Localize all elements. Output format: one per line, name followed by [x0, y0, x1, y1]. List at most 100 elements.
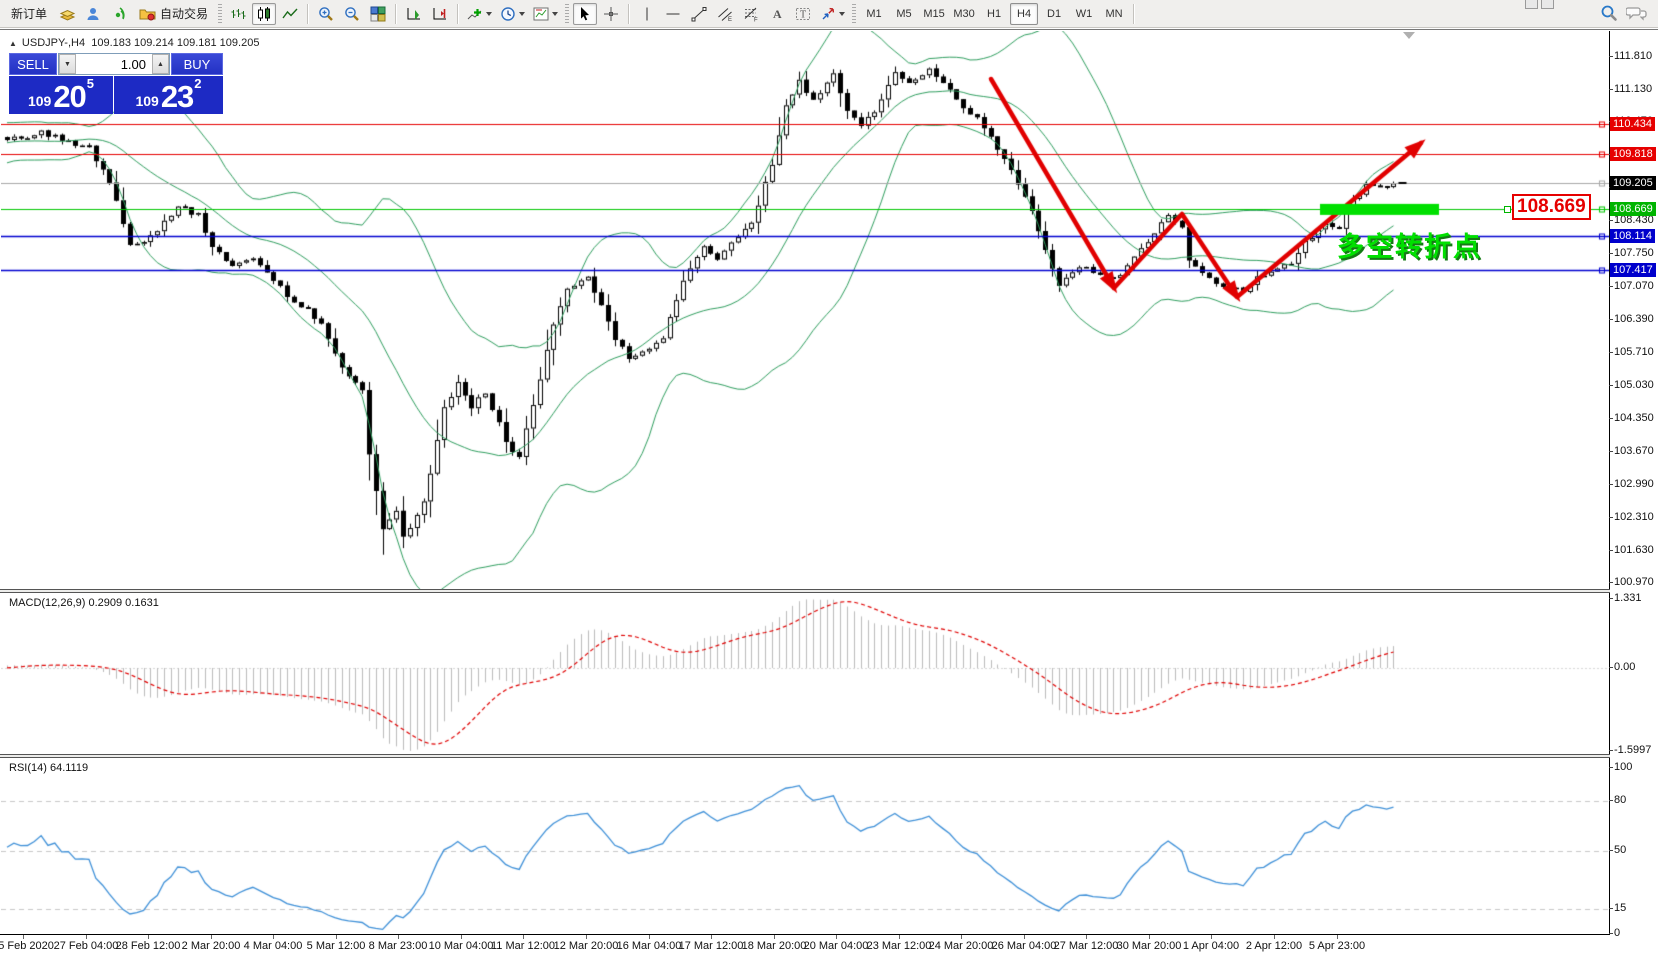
- hline-anchor-handle[interactable]: [1504, 206, 1511, 213]
- sell-price-pips: 20: [53, 83, 85, 111]
- price-tick-label: 107.070: [1614, 280, 1654, 292]
- auto-trading-button[interactable]: 自动交易: [133, 3, 214, 25]
- volume-decrease-button[interactable]: ▼: [59, 54, 76, 74]
- templates-button[interactable]: [530, 3, 561, 25]
- svg-text:E: E: [728, 17, 732, 22]
- dropdown-caret-icon: [839, 12, 845, 16]
- chat-button[interactable]: [1623, 2, 1651, 24]
- price-box-annotation[interactable]: 108.669: [1512, 194, 1591, 220]
- time-tick: [1086, 935, 1087, 939]
- time-tick: [961, 935, 962, 939]
- line-chart-button[interactable]: [278, 3, 302, 25]
- rsi-label: RSI(14) 64.1119: [9, 762, 88, 774]
- chart-shift-marker-icon[interactable]: [1403, 32, 1415, 39]
- dropdown-caret-icon: [486, 12, 492, 16]
- periods-button[interactable]: [497, 3, 528, 25]
- toolbar-separator: [395, 4, 397, 24]
- rsi-scale-label: 80: [1614, 794, 1626, 806]
- timeframe-button-MN[interactable]: MN: [1100, 3, 1128, 25]
- price-axis[interactable]: 111.810111.130110.470109.790109.110108.4…: [1610, 30, 1658, 954]
- sell-price-point: 5: [87, 69, 94, 99]
- date-label: 5 Mar 12:00: [307, 940, 366, 952]
- rsi-scale-label: 100: [1614, 761, 1632, 773]
- tile-windows-button[interactable]: [366, 3, 390, 25]
- sell-button[interactable]: SELL: [9, 53, 57, 75]
- text-button[interactable]: A: [765, 3, 789, 25]
- chart-title: ▲USDJPY-,H4 109.183 109.214 109.181 109.…: [9, 37, 259, 49]
- main-chart-canvas[interactable]: [1, 31, 1609, 589]
- timeframe-button-H4[interactable]: H4: [1010, 3, 1038, 25]
- shapes-button[interactable]: [817, 3, 848, 25]
- buy-price-handle: 109: [135, 91, 158, 111]
- profiles-icon-button[interactable]: [55, 3, 79, 25]
- fibonacci-button[interactable]: F: [739, 3, 763, 25]
- collapse-panel-icon[interactable]: ▲: [9, 39, 17, 48]
- volume-increase-button[interactable]: ▲: [152, 54, 169, 74]
- buy-price-pips: 23: [161, 83, 193, 111]
- time-axis[interactable]: 25 Feb 202027 Feb 04:0028 Feb 12:002 Mar…: [0, 934, 1658, 954]
- price-level-chip: 107.417: [1610, 263, 1656, 277]
- timeframe-button-M15[interactable]: M15: [920, 3, 948, 25]
- date-label: 24 Mar 20:00: [929, 940, 994, 952]
- time-tick: [711, 935, 712, 939]
- cursor-button[interactable]: [573, 3, 597, 25]
- timeframe-button-H1[interactable]: H1: [980, 3, 1008, 25]
- community-icon-button[interactable]: [81, 3, 105, 25]
- horizontal-line-button[interactable]: [661, 3, 685, 25]
- price-level-chip: 109.205: [1610, 176, 1656, 190]
- price-tick-label: 102.990: [1614, 478, 1654, 490]
- tile-windows-icon: [370, 6, 386, 22]
- signals-icon-button[interactable]: [107, 3, 131, 25]
- toolbar-window-controls[interactable]: [1522, 0, 1554, 9]
- timeframe-button-W1[interactable]: W1: [1070, 3, 1098, 25]
- macd-canvas[interactable]: [1, 593, 1609, 754]
- new-order-button[interactable]: 新订单: [5, 3, 53, 25]
- date-label: 17 Mar 12:00: [679, 940, 744, 952]
- timeframe-button-M1[interactable]: M1: [860, 3, 888, 25]
- text-icon: A: [769, 6, 785, 22]
- rsi-scale-label: 15: [1614, 902, 1626, 914]
- toolbar-grip[interactable]: [852, 4, 856, 24]
- macd-scale-label: 0.00: [1614, 661, 1635, 673]
- equidistant-channel-button[interactable]: E: [713, 3, 737, 25]
- rsi-canvas[interactable]: [1, 758, 1609, 934]
- zoom-in-button[interactable]: [314, 3, 338, 25]
- auto-trading-label: 自动交易: [160, 5, 208, 22]
- time-tick: [899, 935, 900, 939]
- price-level-chip: 110.434: [1610, 117, 1655, 131]
- indicators-button[interactable]: [464, 3, 495, 25]
- vertical-line-button[interactable]: [635, 3, 659, 25]
- text-label-button[interactable]: T: [791, 3, 815, 25]
- rsi-scale-label: 0: [1614, 927, 1620, 939]
- toolbar-grip[interactable]: [565, 4, 569, 24]
- search-button[interactable]: [1597, 2, 1621, 24]
- buy-price-display[interactable]: 109 23 2: [114, 76, 223, 114]
- chart-shift-button[interactable]: [428, 3, 452, 25]
- pivot-annotation-text[interactable]: 多空转折点: [1337, 225, 1482, 264]
- toolbar-grip[interactable]: [218, 4, 222, 24]
- macd-panel: MACD(12,26,9) 0.2909 0.1631: [1, 593, 1610, 754]
- time-tick: [398, 935, 399, 939]
- zoom-out-button[interactable]: [340, 3, 364, 25]
- price-tick-label: 104.350: [1614, 412, 1654, 424]
- timeframe-button-M30[interactable]: M30: [950, 3, 978, 25]
- date-label: 27 Mar 12:00: [1054, 940, 1119, 952]
- horizontal-line-icon: [665, 6, 681, 22]
- zoom-in-icon: [318, 6, 334, 22]
- candlestick-icon: [256, 6, 272, 22]
- channel-icon: E: [717, 6, 733, 22]
- indicators-icon: [467, 6, 483, 22]
- candlestick-chart-button[interactable]: [252, 3, 276, 25]
- svg-text:T: T: [800, 9, 806, 20]
- crosshair-button[interactable]: [599, 3, 623, 25]
- price-tick-label: 102.310: [1614, 511, 1654, 523]
- timeframe-button-D1[interactable]: D1: [1040, 3, 1068, 25]
- time-tick: [1149, 935, 1150, 939]
- search-icon: [1600, 4, 1618, 22]
- bar-chart-button[interactable]: [226, 3, 250, 25]
- timeframe-button-M5[interactable]: M5: [890, 3, 918, 25]
- macd-label: MACD(12,26,9) 0.2909 0.1631: [9, 597, 159, 609]
- trendline-button[interactable]: [687, 3, 711, 25]
- sell-price-display[interactable]: 109 20 5: [9, 76, 113, 114]
- auto-scroll-button[interactable]: [402, 3, 426, 25]
